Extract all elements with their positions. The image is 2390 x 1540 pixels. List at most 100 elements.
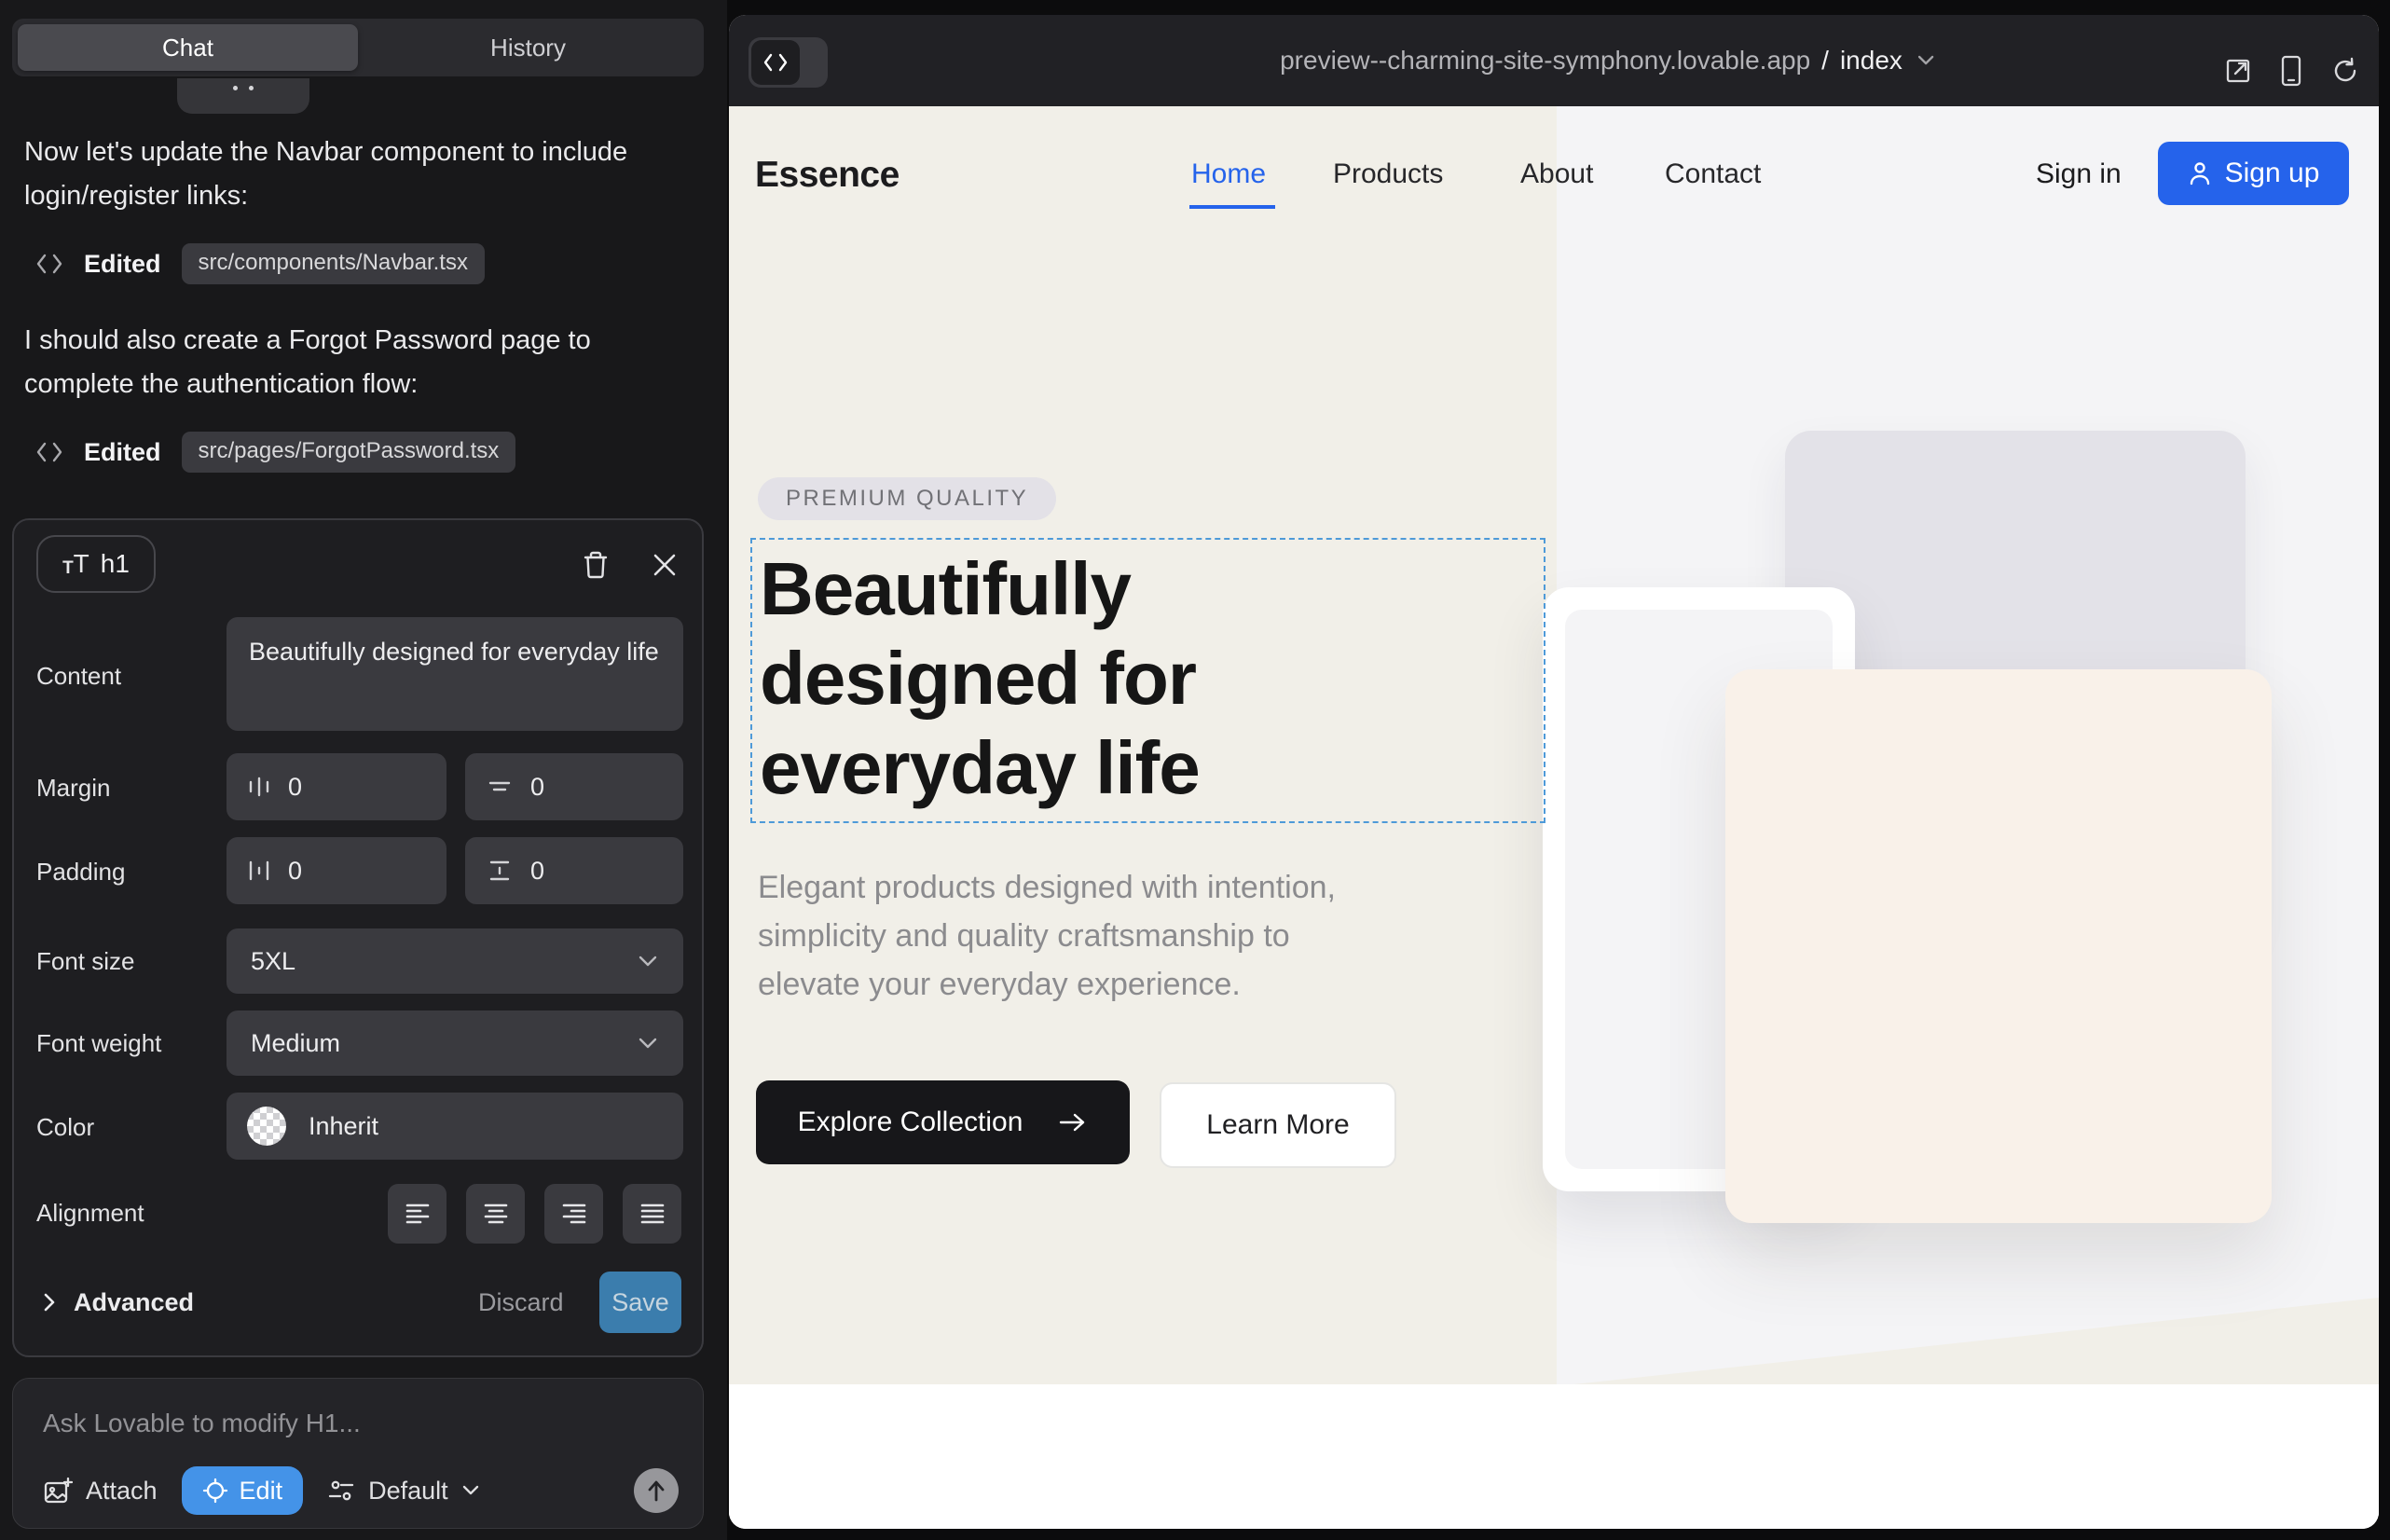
discard-button[interactable]: Discard <box>478 1272 564 1333</box>
align-justify-button[interactable] <box>623 1184 681 1244</box>
url-host: preview--charming-site-symphony.lovable.… <box>1280 46 1810 76</box>
code-preview-toggle[interactable] <box>749 37 828 88</box>
save-button[interactable]: Save <box>599 1272 681 1333</box>
advanced-label: Advanced <box>74 1288 194 1317</box>
sign-up-button[interactable]: Sign up <box>2158 142 2349 205</box>
margin-label: Margin <box>36 774 110 803</box>
lovable-sidebar: Chat History Now let's update the Navbar… <box>0 0 727 1540</box>
url-bar[interactable]: preview--charming-site-symphony.lovable.… <box>1280 15 1936 106</box>
premium-quality-badge: PREMIUM QUALITY <box>758 477 1056 520</box>
color-value: Inherit <box>309 1112 378 1141</box>
alignment-label: Alignment <box>36 1199 144 1228</box>
color-select[interactable]: Inherit <box>227 1093 683 1160</box>
edited-label: Edited <box>84 250 161 279</box>
section-below <box>729 1384 2379 1529</box>
trash-icon <box>582 550 610 580</box>
transparent-color-swatch <box>247 1107 286 1146</box>
advanced-toggle[interactable]: Advanced <box>42 1272 194 1333</box>
nav-link-about[interactable]: About <box>1520 158 1593 190</box>
scrolled-chip-partial <box>177 78 309 114</box>
align-justify-icon <box>639 1201 666 1227</box>
site-logo[interactable]: Essence <box>755 155 900 196</box>
padding-vertical-icon <box>486 857 514 885</box>
code-icon <box>35 252 63 276</box>
typography-icon: TT <box>62 551 89 577</box>
code-icon <box>35 440 63 464</box>
content-label: Content <box>36 662 121 691</box>
edited-file-row[interactable]: Edited src/pages/ForgotPassword.tsx <box>35 431 515 474</box>
font-size-value: 5XL <box>251 947 295 976</box>
tab-history[interactable]: History <box>358 24 698 71</box>
align-right-button[interactable] <box>544 1184 603 1244</box>
default-label: Default <box>368 1477 448 1506</box>
chat-message: I should also create a Forgot Password p… <box>24 319 686 406</box>
url-page: index <box>1840 46 1902 76</box>
margin-x-input[interactable]: 0 <box>227 753 446 820</box>
composer-toolbar: Attach Edit Default <box>43 1466 679 1515</box>
settings-sliders-icon <box>327 1478 355 1504</box>
chevron-down-icon <box>637 1036 659 1051</box>
close-editor-button[interactable] <box>644 544 685 585</box>
code-view-segment[interactable] <box>751 40 800 85</box>
align-center-button[interactable] <box>466 1184 525 1244</box>
font-size-label: Font size <box>36 947 135 976</box>
attach-button[interactable]: Attach <box>43 1476 158 1506</box>
active-nav-underline <box>1189 205 1275 209</box>
align-left-icon <box>404 1201 432 1227</box>
chevron-down-icon <box>1916 54 1936 67</box>
arrow-up-icon <box>645 1478 667 1503</box>
chevron-down-icon <box>637 954 659 969</box>
align-left-button[interactable] <box>388 1184 446 1244</box>
hero-description: Elegant products designed with intention… <box>758 863 1373 1009</box>
file-chip[interactable]: src/pages/ForgotPassword.tsx <box>182 432 516 473</box>
edited-file-row[interactable]: Edited src/components/Navbar.tsx <box>35 242 485 285</box>
font-weight-value: Medium <box>251 1029 340 1058</box>
edit-label: Edit <box>240 1477 283 1506</box>
attach-label: Attach <box>86 1477 158 1506</box>
mobile-view-button[interactable] <box>2274 54 2308 88</box>
open-in-new-tab-button[interactable] <box>2221 54 2255 88</box>
ellipsis-dots-icon <box>233 86 254 90</box>
default-mode-button[interactable]: Default <box>327 1477 480 1506</box>
chevron-down-icon <box>461 1484 480 1497</box>
chat-input[interactable] <box>43 1403 658 1444</box>
nav-link-products[interactable]: Products <box>1333 158 1443 190</box>
edited-label: Edited <box>84 438 161 467</box>
padding-y-input[interactable]: 0 <box>465 837 683 904</box>
hero-heading[interactable]: Beautifully designed for everyday life <box>760 544 1338 813</box>
code-icon <box>762 52 789 73</box>
learn-more-button[interactable]: Learn More <box>1160 1082 1396 1168</box>
advanced-row: Advanced Discard Save <box>14 1272 706 1333</box>
font-size-select[interactable]: 5XL <box>227 928 683 994</box>
margin-y-value: 0 <box>530 773 544 802</box>
font-weight-select[interactable]: Medium <box>227 1011 683 1076</box>
external-link-icon <box>2223 56 2253 86</box>
refresh-button[interactable] <box>2328 54 2362 88</box>
padding-x-value: 0 <box>288 857 302 886</box>
content-input[interactable]: Beautifully designed for everyday life <box>227 617 683 731</box>
element-tag-name: h1 <box>101 549 130 579</box>
margin-vertical-icon <box>486 775 514 799</box>
file-chip[interactable]: src/components/Navbar.tsx <box>182 243 485 284</box>
sign-in-link[interactable]: Sign in <box>2036 158 2122 190</box>
preview-browser-frame: preview--charming-site-symphony.lovable.… <box>729 15 2379 1529</box>
app-window: Chat History Now let's update the Navbar… <box>0 0 2390 1540</box>
selected-element-tag: TT h1 <box>36 535 156 593</box>
margin-y-input[interactable]: 0 <box>465 753 683 820</box>
margin-horizontal-icon <box>247 773 271 801</box>
nav-link-contact[interactable]: Contact <box>1665 158 1761 190</box>
alignment-group <box>388 1184 681 1244</box>
edit-mode-button[interactable]: Edit <box>182 1466 304 1515</box>
color-label: Color <box>36 1113 94 1142</box>
padding-y-value: 0 <box>530 857 544 886</box>
align-center-icon <box>482 1201 510 1227</box>
explore-collection-button[interactable]: Explore Collection <box>756 1080 1130 1164</box>
element-editor-panel: TT h1 Content Beautifully designed for e… <box>12 518 704 1357</box>
tab-chat[interactable]: Chat <box>18 24 358 71</box>
padding-x-input[interactable]: 0 <box>227 837 446 904</box>
padding-label: Padding <box>36 858 125 887</box>
delete-element-button[interactable] <box>575 544 616 585</box>
nav-link-home[interactable]: Home <box>1191 158 1266 190</box>
font-weight-label: Font weight <box>36 1029 161 1058</box>
send-button[interactable] <box>634 1468 679 1513</box>
